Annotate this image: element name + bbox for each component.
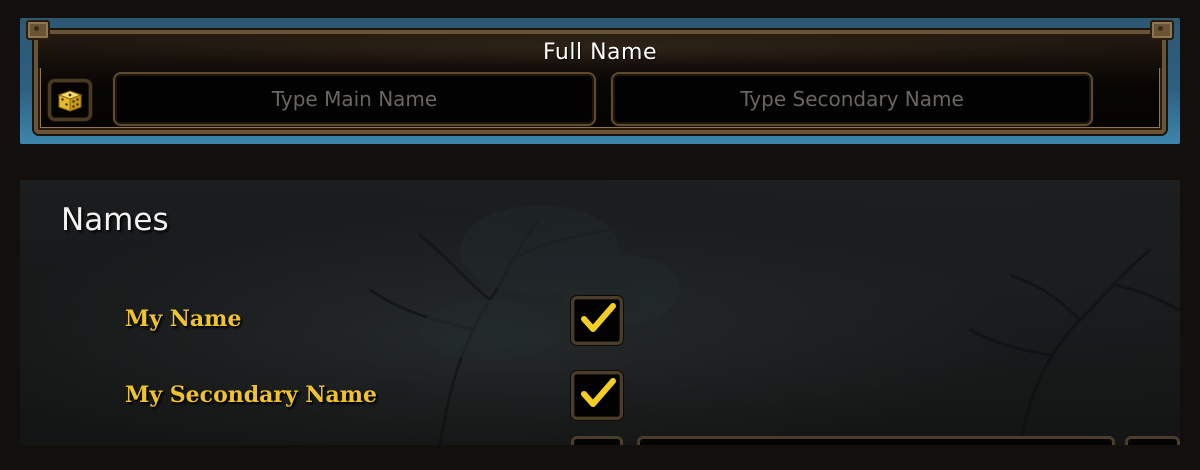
full-name-title: Full Name [542,40,658,65]
main-name-input[interactable] [113,72,596,126]
my-secondary-name-checkbox[interactable] [571,371,623,420]
partial-input-field[interactable] [637,436,1115,445]
corner-ornament-right [1150,20,1174,40]
names-section-title: Names [61,202,169,238]
my-name-checkbox[interactable] [571,296,623,345]
names-panel: Names My Name My Secondary Name [20,180,1180,445]
randomize-name-button[interactable] [48,79,92,121]
secondary-name-input[interactable] [611,72,1093,126]
my-secondary-name-label: My Secondary Name [125,382,378,408]
corner-ornament-left [26,20,50,40]
partial-checkbox[interactable] [571,436,623,445]
page: Full Name Type Main Name Type Secondary … [0,0,1200,470]
dice-icon [57,90,83,112]
partial-button[interactable] [1125,436,1180,445]
my-name-label: My Name [125,306,242,332]
checkmark-icon [579,376,618,409]
checkmark-icon [579,301,618,334]
